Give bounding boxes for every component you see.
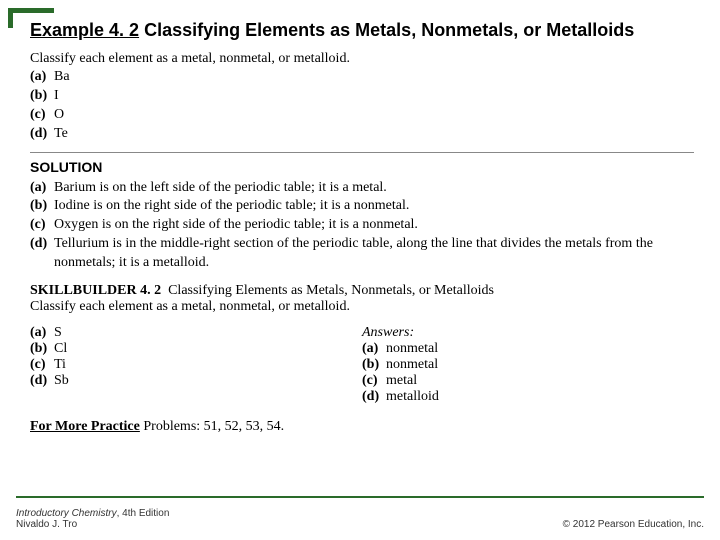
- slide-content: Example 4. 2 Classifying Elements as Met…: [0, 0, 720, 435]
- list-item: (b)I: [30, 87, 694, 106]
- more-practice: For More Practice Problems: 51, 52, 53, …: [30, 419, 694, 435]
- list-item: (d)Tellurium is in the middle-right sect…: [54, 235, 694, 273]
- skillbuilder-subtitle: Classifying Elements as Metals, Nonmetal…: [168, 283, 494, 298]
- list-item: (b)nonmetal: [362, 357, 694, 373]
- example-title-text: Classifying Elements as Metals, Nonmetal…: [139, 20, 634, 40]
- list-item: (a)Ba: [30, 68, 694, 87]
- skillbuilder-columns: (a)S (b)Cl (c)Ti (d)Sb Answers: (a)nonme…: [30, 325, 694, 405]
- list-item: (d)Te: [30, 125, 694, 144]
- list-item: (a)nonmetal: [362, 341, 694, 357]
- problem-items: (a)Ba (b)I (c)O (d)Te: [30, 68, 694, 144]
- problem-prompt: Classify each element as a metal, nonmet…: [30, 51, 694, 67]
- footer-divider: [16, 496, 704, 498]
- list-item: (b)Iodine is on the right side of the pe…: [54, 197, 694, 216]
- list-item: (c)Ti: [30, 357, 362, 373]
- skillbuilder-items: (a)S (b)Cl (c)Ti (d)Sb: [30, 325, 362, 405]
- corner-decoration: [8, 8, 54, 28]
- list-item: (d)Sb: [30, 373, 362, 389]
- book-edition: , 4th Edition: [117, 508, 170, 519]
- list-item: (a)S: [30, 325, 362, 341]
- list-item: (d)metalloid: [362, 389, 694, 405]
- skillbuilder-answers: Answers: (a)nonmetal (b)nonmetal (c)meta…: [362, 325, 694, 405]
- footer-copyright: © 2012 Pearson Education, Inc.: [563, 519, 704, 530]
- solution-heading: SOLUTION: [30, 159, 694, 175]
- divider: [30, 152, 694, 153]
- more-practice-label: For More Practice: [30, 419, 140, 434]
- skillbuilder-block: SKILLBUILDER 4. 2 Classifying Elements a…: [30, 283, 694, 315]
- solution-items: (a)Barium is on the left side of the per…: [30, 179, 694, 273]
- footer: Introductory Chemistry, 4th Edition Niva…: [16, 508, 704, 530]
- more-practice-text: Problems: 51, 52, 53, 54.: [140, 419, 284, 434]
- list-item: (c)metal: [362, 373, 694, 389]
- list-item: (c)O: [30, 106, 694, 125]
- list-item: (c)Oxygen is on the right side of the pe…: [54, 216, 694, 235]
- skillbuilder-prompt: Classify each element as a metal, nonmet…: [30, 299, 350, 314]
- answers-heading: Answers:: [362, 325, 694, 341]
- list-item: (a)Barium is on the left side of the per…: [54, 179, 694, 198]
- footer-left: Introductory Chemistry, 4th Edition Niva…: [16, 508, 169, 530]
- book-author: Nivaldo J. Tro: [16, 519, 77, 530]
- book-title: Introductory Chemistry: [16, 508, 117, 519]
- example-title: Example 4. 2 Classifying Elements as Met…: [30, 20, 694, 41]
- skillbuilder-title: SKILLBUILDER 4. 2: [30, 283, 161, 298]
- list-item: (b)Cl: [30, 341, 362, 357]
